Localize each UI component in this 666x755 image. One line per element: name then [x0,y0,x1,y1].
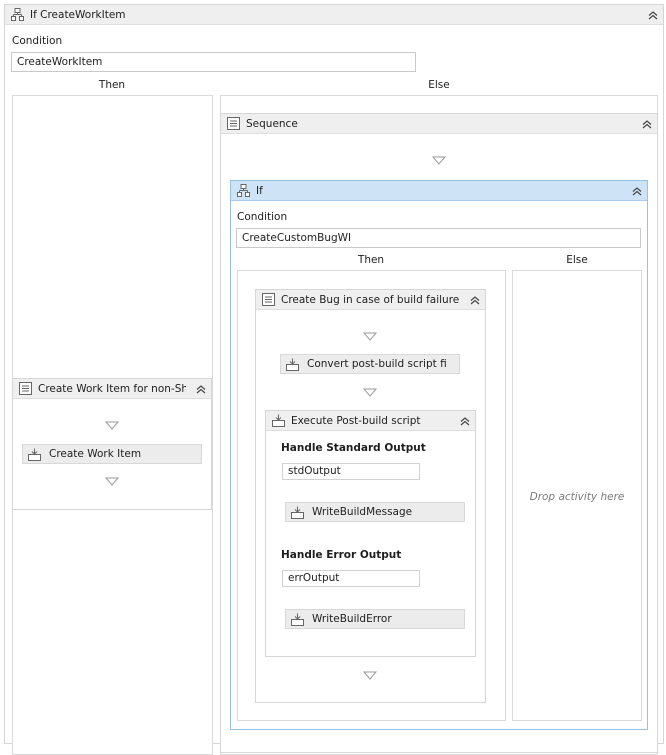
collapse-chevron-icon[interactable] [641,118,653,130]
outer-condition-label: Condition [12,35,63,47]
activity-icon [291,506,304,519]
outer-then-label: Then [98,79,126,91]
create-bug-title: Create Bug in case of build failure [281,293,460,306]
execute-postbuild-header[interactable]: Execute Post-build script [266,411,475,431]
std-output-label: Handle Standard Output [281,442,426,454]
outer-condition-input[interactable]: CreateWorkItem [11,52,416,72]
write-build-message-label: WriteBuildMessage [312,506,413,518]
activity-icon [28,448,41,461]
outer-if-title: If CreateWorkItem [30,8,126,21]
collapse-chevron-icon[interactable] [631,185,643,197]
write-build-error-activity[interactable]: WriteBuildError [285,609,465,629]
inner-else-label: Else [566,254,588,266]
else-sequence-header[interactable]: Sequence [221,114,657,134]
outer-if-header[interactable]: If CreateWorkItem [5,5,663,25]
outer-else-label: Else [428,79,450,91]
convert-script-label: Convert post-build script fi [307,358,447,370]
drop-activity-hint: Drop activity here [529,491,625,503]
activity-icon [291,613,304,626]
if-icon [11,8,24,21]
std-output-input[interactable]: stdOutput [282,463,420,480]
drop-arrow-icon[interactable] [105,421,119,430]
create-work-item-label: Create Work Item [49,448,142,460]
inner-then-label: Then [357,254,385,266]
write-build-error-label: WriteBuildError [312,613,392,625]
sequence-icon [262,293,275,306]
inner-condition-input[interactable]: CreateCustomBugWI [236,228,641,248]
else-sequence-title: Sequence [246,117,298,130]
drop-arrow-icon[interactable] [363,671,377,680]
if-icon [237,184,250,197]
convert-script-activity[interactable]: Convert post-build script fi [280,354,460,374]
activity-icon [272,414,285,427]
drop-arrow-icon[interactable] [105,477,119,486]
drop-arrow-icon[interactable] [363,332,377,341]
inner-if-header[interactable]: If [231,181,647,201]
sequence-icon [19,382,32,395]
write-build-message-activity[interactable]: WriteBuildMessage [285,502,465,522]
collapse-chevron-icon[interactable] [459,415,471,427]
execute-postbuild-title: Execute Post-build script [291,414,421,427]
then-sequence-title: Create Work Item for non-Shelv [38,382,186,395]
activity-icon [286,358,299,371]
collapse-chevron-icon[interactable] [469,294,481,306]
create-bug-header[interactable]: Create Bug in case of build failure [256,290,485,310]
err-output-label: Handle Error Output [281,549,402,561]
err-output-input[interactable]: errOutput [282,570,420,587]
drop-arrow-icon[interactable] [363,388,377,397]
then-sequence-header[interactable]: Create Work Item for non-Shelv [13,379,211,399]
inner-condition-label: Condition [237,211,288,223]
collapse-chevron-icon[interactable] [647,9,659,21]
drop-arrow-icon[interactable] [432,156,446,165]
collapse-chevron-icon[interactable] [195,383,207,395]
create-work-item-activity[interactable]: Create Work Item [22,444,202,464]
sequence-icon [227,117,240,130]
inner-if-title: If [256,184,263,197]
